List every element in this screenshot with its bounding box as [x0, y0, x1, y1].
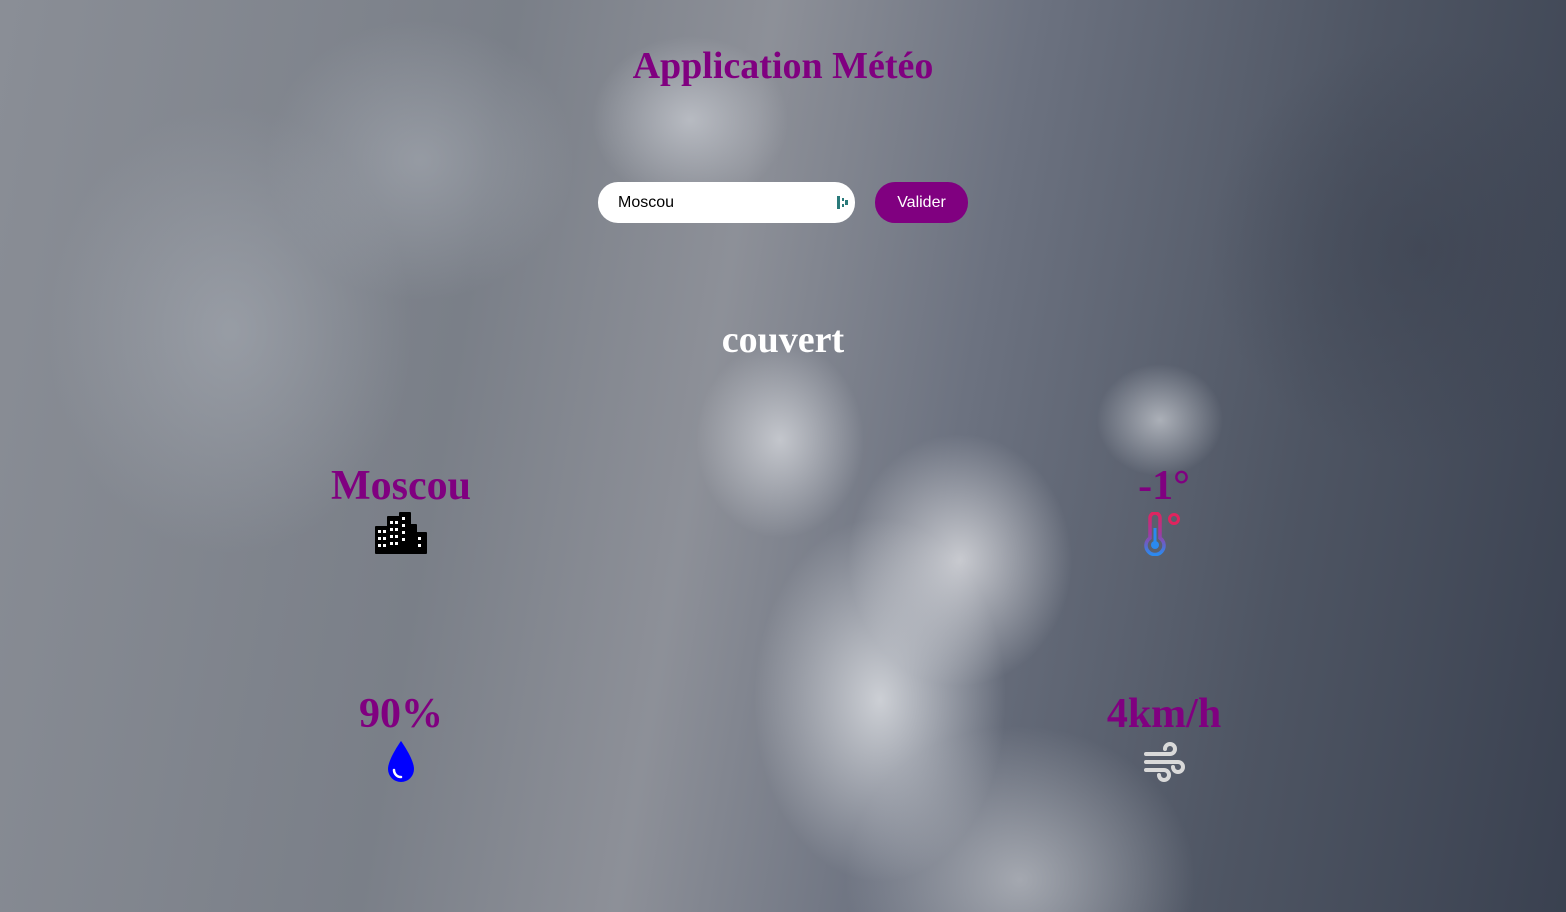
- city-search-input[interactable]: [598, 182, 855, 223]
- humidity-value: 90%: [359, 691, 443, 737]
- autofill-icon[interactable]: [836, 195, 850, 210]
- wind-icon: [1144, 742, 1185, 782]
- thermometer-celsius-icon: [1144, 512, 1180, 556]
- wind-block: 4km/h: [1044, 690, 1284, 784]
- temperature-value: -1°: [1138, 463, 1190, 509]
- weather-description: couvert: [721, 319, 845, 361]
- submit-button[interactable]: Valider: [875, 182, 968, 223]
- temperature-block: -1°: [1044, 462, 1284, 556]
- city-name: Moscou: [331, 463, 471, 509]
- city-buildings-icon: [375, 512, 427, 554]
- water-drop-icon: [388, 741, 414, 782]
- humidity-block: 90%: [281, 690, 521, 784]
- city-block: Moscou: [281, 462, 521, 554]
- wind-value: 4km/h: [1106, 691, 1222, 737]
- page-title: Application Météo: [632, 45, 934, 87]
- search-form: Valider: [598, 182, 968, 223]
